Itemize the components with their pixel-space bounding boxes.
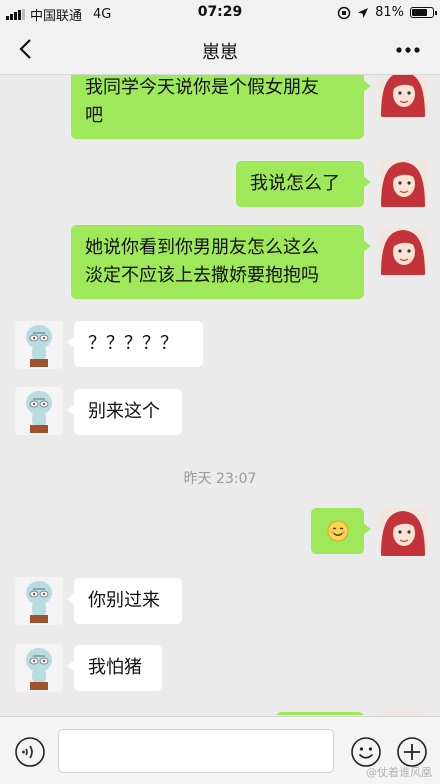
avatar[interactable] [379,712,427,715]
message-text-line: 你别过来 [88,590,160,611]
message-bubble[interactable] [311,508,371,554]
voice-icon[interactable] [14,736,46,768]
message-text-line: 我怕猪 [88,657,142,678]
message-input[interactable] [58,729,334,773]
message-text-line: 我同学今天说你是个假女朋友 [85,77,319,98]
avatar[interactable] [379,227,427,275]
smile-emoji-icon [327,520,349,542]
avatar[interactable] [379,159,427,207]
message-bubble[interactable]: ？？？？？ [67,321,203,367]
orientation-lock-icon [337,6,351,19]
message-bubble[interactable]: 我说怎么了 [236,161,371,207]
chat-title: 崽崽 [202,42,238,63]
message-bubble[interactable]: 我同学今天说你是个假女朋友 吧 [71,75,371,139]
message-text-line: 淡定不应该上去撒娇要抱抱吗 [85,265,319,286]
battery-percent: 81% [375,5,404,20]
avatar[interactable] [15,387,63,435]
avatar[interactable] [379,75,427,117]
timestamp-divider: 昨天 23:07 [183,471,257,487]
message-bubble[interactable]: 别来这个 [67,389,182,435]
battery-fill [412,9,427,16]
battery-icon [410,7,437,18]
message-bubble[interactable]: 我怕猪 [67,645,162,691]
avatar[interactable] [15,577,63,625]
message-text-line: ？？？？？ [88,333,178,354]
message-text-line: 她说你看到你男朋友怎么这么 [85,237,319,258]
avatar[interactable] [379,508,427,556]
input-bar: @仗着谁风凰 [0,716,440,784]
avatar[interactable] [15,644,63,692]
message-bubble[interactable]: 你别过来 [67,578,182,624]
message-list[interactable]: 我同学今天说你是个假女朋友 吧 我说怎么了 她说你看到你男朋友怎么这么 淡定不应… [0,75,440,715]
location-icon [358,7,369,18]
message-text-line: 我说怎么了 [250,173,340,194]
message-text-line: 别来这个 [88,401,160,422]
status-bar: 中国联通 4G 07:29 81% [0,0,440,26]
chat-header: 崽崽 [0,26,440,75]
message-text-line: 吧 [85,105,103,126]
watermark: @仗着谁风凰 [366,766,432,779]
ellipsis-icon[interactable] [394,38,422,62]
message-bubble[interactable] [276,712,364,715]
message-bubble[interactable]: 她说你看到你男朋友怎么这么 淡定不应该上去撒娇要抱抱吗 [71,225,371,299]
avatar[interactable] [15,321,63,369]
